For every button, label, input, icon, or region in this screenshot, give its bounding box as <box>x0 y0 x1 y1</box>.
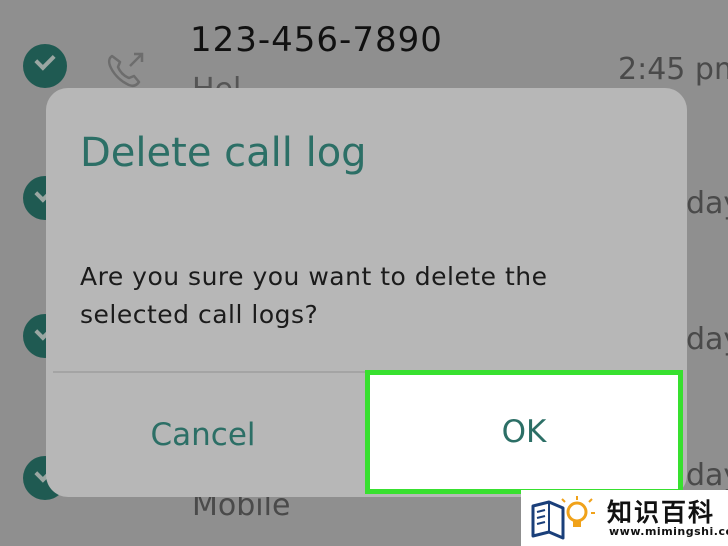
dialog-title: Delete call log <box>80 130 367 176</box>
watermark-text: 知识百科 <box>607 498 716 527</box>
book-lightbulb-icon <box>531 496 595 540</box>
watermark-url: www.mimingshi.com <box>609 525 728 538</box>
checked-icon[interactable] <box>23 44 67 88</box>
ok-button[interactable]: OK <box>365 370 683 494</box>
call-date-label: day <box>686 322 728 357</box>
outgoing-call-icon <box>107 52 144 88</box>
delete-call-log-dialog: Delete call log Are you sure you want to… <box>46 88 687 497</box>
dialog-message: Are you sure you want to delete the sele… <box>80 262 548 329</box>
call-time: 2:45 pm <box>618 52 728 87</box>
watermark: 知识百科 www.mimingshi.com <box>521 490 728 546</box>
call-date-label: day <box>686 458 728 493</box>
phone-number: 123-456-7890 <box>190 20 443 60</box>
call-date-label: day <box>686 186 728 221</box>
cancel-button[interactable]: Cancel <box>92 376 314 494</box>
